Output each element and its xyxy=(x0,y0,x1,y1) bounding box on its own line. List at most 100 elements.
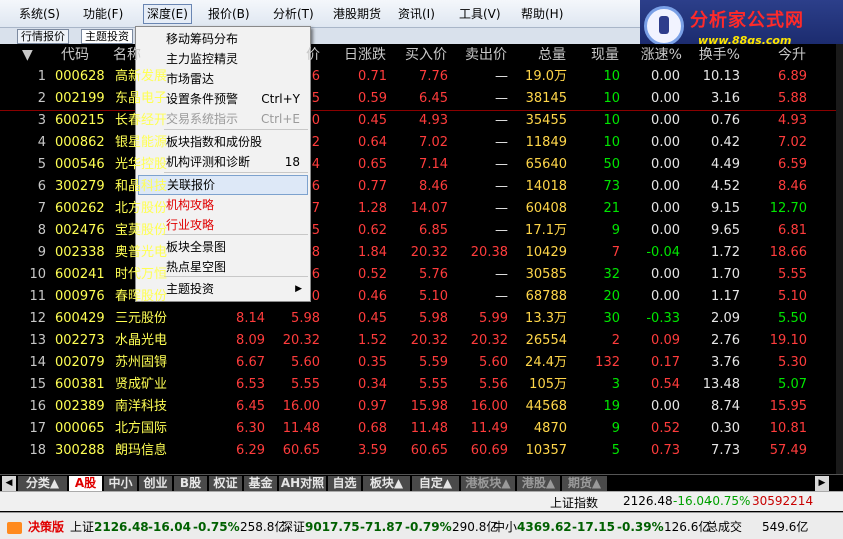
table-row[interactable]: 2 002199 东晶电子 5 0.59 6.45 — 38145 10 0.00 3.16 5.88 xyxy=(0,88,836,110)
turnover: 10.13 xyxy=(702,69,740,84)
speed: 0.73 xyxy=(651,443,680,458)
day-change: 0.71 xyxy=(358,69,387,84)
market-tab[interactable]: 自选 xyxy=(328,476,362,491)
table-row[interactable]: 9 002338 奥普光电 8 1.84 20.32 20.38 10429 7 -0.04 1.7… xyxy=(0,242,836,264)
table-row[interactable]: 13 002273 水晶光电 8.09 20.32 1.52 20.32 20.32 26554… xyxy=(0,330,836,352)
vertical-scrollbar[interactable] xyxy=(836,44,843,474)
menu-item[interactable]: 报价(B) xyxy=(205,4,253,24)
stock-code: 600381 xyxy=(55,377,105,392)
market-tab[interactable]: 中小 xyxy=(104,476,138,491)
menu-item[interactable]: 工具(V) xyxy=(456,4,504,24)
menu-item[interactable]: 资讯(I) xyxy=(395,4,438,24)
price: 6.30 xyxy=(236,421,265,436)
market-tab[interactable]: 港股▲ xyxy=(517,476,561,491)
col-speed[interactable]: 涨速% xyxy=(630,45,682,65)
table-row[interactable]: 1 000628 高新发展 6 0.71 7.76 — 19.0万 10 0.00 10.13 6.8… xyxy=(0,66,836,88)
col-pct[interactable]: 今升 xyxy=(760,45,806,65)
table-row[interactable]: 7 600262 北方股份 7 1.28 14.07 — 60408 21 0.00 9.15 12.… xyxy=(0,198,836,220)
row-index: 5 xyxy=(37,157,46,172)
zx-label: 中小 xyxy=(493,520,518,534)
table-row[interactable]: 10 600241 时代万恒 6 0.52 5.76 — 30585 32 0.00 1.70 5.5… xyxy=(0,264,836,286)
scroll-left-icon[interactable]: ◀ xyxy=(2,476,16,491)
table-row[interactable]: 18 300288 朗玛信息 6.29 60.65 3.59 60.65 60.69 10357… xyxy=(0,440,836,462)
menu-item[interactable]: 深度(E) xyxy=(143,4,192,24)
market-tab[interactable]: 分类▲ xyxy=(18,476,68,491)
pct-change: 6.89 xyxy=(778,69,807,84)
col-code[interactable]: 代码 xyxy=(55,45,89,65)
col-name[interactable]: 名称 xyxy=(113,45,143,65)
ask-price: — xyxy=(495,201,508,216)
sh-value: 2126.48 xyxy=(94,520,149,534)
market-tab[interactable]: 创业 xyxy=(139,476,173,491)
pct-change: 19.10 xyxy=(769,333,807,348)
total-volume: 44568 xyxy=(525,399,567,414)
turnover: 7.73 xyxy=(711,443,740,458)
pct-change: 5.30 xyxy=(778,355,807,370)
turnover: 0.42 xyxy=(711,135,740,150)
table-row[interactable]: 17 000065 北方国际 6.30 11.48 0.68 11.48 11.49 4870 9… xyxy=(0,418,836,440)
scroll-right-icon[interactable]: ▶ xyxy=(815,476,829,491)
current-volume: 9 xyxy=(611,223,620,238)
status-bar: 决策版 上证 2126.48 -16.04 -0.75% 258.8亿 深证 9… xyxy=(0,512,843,539)
col-change[interactable]: 日涨跌 xyxy=(330,45,386,65)
market-tab[interactable]: 板块▲ xyxy=(363,476,411,491)
stock-name: 银星能源 xyxy=(115,135,168,150)
market-tab[interactable]: B股 xyxy=(174,476,208,491)
table-row[interactable]: 8 002476 宝莫股份 5 0.62 6.85 — 17.1万 9 0.00 9.65 6.81 xyxy=(0,220,836,242)
bid-price: 11.48 xyxy=(410,421,448,436)
current-volume: 9 xyxy=(611,421,620,436)
col-ask[interactable]: 卖出价 xyxy=(455,45,507,65)
prev-close: 0 xyxy=(311,113,320,128)
tab-theme[interactable]: 主题投资 xyxy=(81,29,133,44)
market-tab[interactable]: 期货▲ xyxy=(562,476,608,491)
speed: 0.00 xyxy=(651,201,680,216)
pct-change: 5.50 xyxy=(778,311,807,326)
table-row[interactable]: 11 000976 春晖股份 0 0.46 5.10 — 68788 20 0.00 1.17 5.1… xyxy=(0,286,836,308)
price xyxy=(205,154,265,176)
menu-item[interactable]: 分析(T) xyxy=(270,4,317,24)
menu-item[interactable]: 系统(S) xyxy=(16,4,63,24)
market-tab[interactable]: AH对照 xyxy=(279,476,327,491)
table-row[interactable]: 4 000862 银星能源 2 0.64 7.02 — 11849 10 0.00 0.42 7.02 xyxy=(0,132,836,154)
col-bid[interactable]: 买入价 xyxy=(395,45,447,65)
market-tab[interactable]: 港板块▲ xyxy=(461,476,516,491)
table-row[interactable]: 14 002079 苏州固锝 6.67 5.60 0.35 5.59 5.60 24.4万 132… xyxy=(0,352,836,374)
sort-icon[interactable]: ▼ xyxy=(22,45,37,65)
table-row[interactable]: 3 600215 长春经开 0 0.45 4.93 — 35455 10 0.00 0.76 4.93 xyxy=(0,110,836,132)
menu-item[interactable]: 功能(F) xyxy=(80,4,126,24)
pct-change: 5.88 xyxy=(778,91,807,106)
ask-price: — xyxy=(495,113,508,128)
current-volume: 5 xyxy=(611,443,620,458)
bid-price: 7.76 xyxy=(419,69,448,84)
current-volume: 3 xyxy=(611,377,620,392)
menu-item[interactable]: 港股期货 xyxy=(330,4,384,24)
index-volume: 30592214 xyxy=(752,494,814,508)
market-tab[interactable]: 基金 xyxy=(244,476,278,491)
turnover: 0.30 xyxy=(711,421,740,436)
col-turnover[interactable]: 换手% xyxy=(690,45,740,65)
pct-change: 12.70 xyxy=(769,201,807,216)
tab-quotes[interactable]: 行情报价 xyxy=(17,29,69,44)
speed: -0.33 xyxy=(646,311,680,326)
market-tab[interactable]: A股 xyxy=(69,476,103,491)
day-change: 0.77 xyxy=(358,179,387,194)
table-row[interactable]: 16 002389 南洋科技 6.45 16.00 0.97 15.98 16.00 44568… xyxy=(0,396,836,418)
current-volume: 20 xyxy=(603,289,620,304)
zx-pct: -0.39% xyxy=(617,520,664,534)
bid-price: 5.76 xyxy=(419,267,448,282)
market-tab[interactable]: 自定▲ xyxy=(412,476,460,491)
col-total[interactable]: 总量 xyxy=(520,45,566,65)
table-row[interactable]: 6 300279 和晶科技 6 0.77 8.46 — 14018 73 0.00 4.52 8.46 xyxy=(0,176,836,198)
prev-close: 60.65 xyxy=(282,443,320,458)
col-current[interactable]: 现量 xyxy=(575,45,619,65)
market-tab[interactable]: 权证 xyxy=(209,476,243,491)
table-row[interactable]: 5 000546 光华控股 4 0.65 7.14 — 65640 50 0.00 4.49 6.59 xyxy=(0,154,836,176)
menu-item[interactable]: 帮助(H) xyxy=(518,4,566,24)
table-row[interactable]: 15 600381 贤成矿业 6.53 5.55 0.34 5.55 5.56 105万 3 0.5… xyxy=(0,374,836,396)
current-volume: 50 xyxy=(603,157,620,172)
table-row[interactable]: 12 600429 三元股份 8.14 5.98 0.45 5.98 5.99 13.3万 30 -… xyxy=(0,308,836,330)
ask-price: 11.49 xyxy=(470,421,508,436)
col-price[interactable]: 价 xyxy=(280,45,320,65)
speed: 0.52 xyxy=(651,421,680,436)
stock-name: 光华控股 xyxy=(115,157,168,172)
